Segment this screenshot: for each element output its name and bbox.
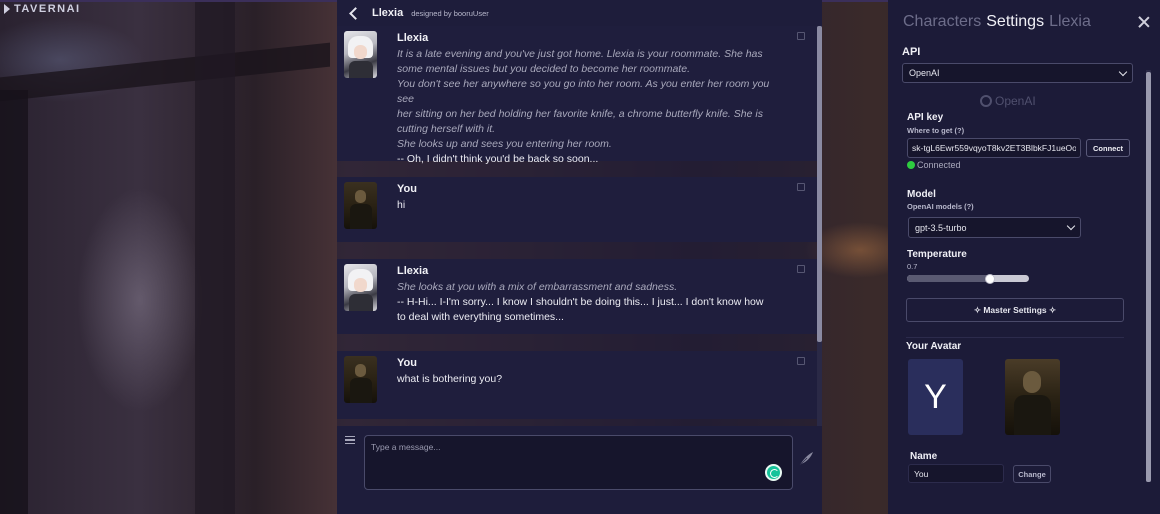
menu-icon[interactable]	[345, 436, 355, 444]
edit-icon[interactable]	[797, 357, 805, 365]
chevron-down-icon	[1118, 67, 1128, 76]
change-name-button[interactable]: Change	[1013, 465, 1051, 483]
api-label: API	[902, 46, 921, 58]
message-line: It is a late evening and you've just got…	[397, 48, 763, 60]
message-line: She looks at you with a mix of embarrass…	[397, 281, 678, 293]
chat-header: Llexia designed by booruUser	[337, 0, 822, 26]
message-author: You	[397, 357, 417, 369]
avatar-image-option[interactable]	[1005, 359, 1060, 435]
connection-status: Connected	[917, 160, 961, 170]
chat-message: Llexia It is a late evening and you've j…	[337, 26, 817, 165]
temperature-slider-thumb[interactable]	[984, 274, 995, 284]
tab-character-llexia[interactable]: Llexia	[1049, 13, 1091, 31]
connect-button[interactable]: Connect	[1086, 139, 1130, 157]
send-feather-icon[interactable]	[798, 451, 814, 467]
character-name: Llexia	[372, 7, 404, 19]
character-avatar[interactable]	[344, 264, 377, 311]
temperature-label: Temperature	[907, 249, 967, 260]
app-logo[interactable]: TAVERNAI	[4, 3, 81, 15]
designer-credit: designed by booruUser	[411, 8, 489, 18]
chat-panel: Llexia designed by booruUser Llexia It i…	[337, 0, 822, 514]
chat-scroll-thumb[interactable]	[817, 26, 822, 342]
api-key-help-link[interactable]: Where to get (?)	[907, 126, 964, 135]
settings-panel: Characters Settings Llexia API OpenAI Op…	[888, 0, 1160, 514]
message-author: You	[397, 183, 417, 195]
message-line: cutting herself with it.	[397, 123, 496, 135]
panel-scroll-thumb[interactable]	[1146, 72, 1151, 482]
message-line: You don't see her anywhere so you go int…	[397, 78, 770, 105]
edit-icon[interactable]	[797, 265, 805, 273]
close-icon[interactable]	[1138, 16, 1150, 28]
character-avatar[interactable]	[344, 31, 377, 78]
message-line: what is bothering you?	[397, 373, 503, 385]
back-arrow-icon[interactable]	[349, 6, 362, 20]
edit-icon[interactable]	[797, 183, 805, 191]
message-line: some mental issues but you decided to be…	[397, 63, 690, 75]
tab-characters[interactable]: Characters	[903, 13, 981, 31]
play-triangle-icon	[4, 4, 10, 14]
edit-icon[interactable]	[797, 32, 805, 40]
message-line: to deal with everything sometimes...	[397, 311, 564, 323]
message-line: hi	[397, 199, 406, 211]
api-key-input[interactable]	[907, 138, 1081, 158]
message-line: -- Oh, I didn't think you'd be back so s…	[397, 153, 599, 165]
chat-message: Llexia She looks at you with a mix of em…	[337, 259, 817, 334]
message-line: -- H-Hi... I-I'm sorry... I know I shoul…	[397, 296, 764, 308]
openai-logo: OpenAI	[980, 94, 1036, 108]
avatar-letter-option[interactable]: Y	[908, 359, 963, 435]
api-select[interactable]: OpenAI	[902, 63, 1133, 83]
temperature-slider-fill	[907, 275, 990, 282]
master-settings-button[interactable]: ✧ Master Settings ✧	[906, 298, 1124, 322]
user-avatar[interactable]	[344, 356, 377, 403]
model-selected-value: gpt-3.5-turbo	[915, 222, 967, 233]
temperature-value: 0.7	[907, 262, 918, 271]
model-select[interactable]: gpt-3.5-turbo	[908, 217, 1081, 238]
chat-message: You what is bothering you?	[337, 351, 817, 419]
api-key-label: API key	[907, 112, 944, 123]
name-input[interactable]	[908, 464, 1004, 483]
openai-logo-text: OpenAI	[995, 94, 1036, 108]
panel-tabs: Characters Settings Llexia	[903, 13, 1091, 31]
api-selected-value: OpenAI	[909, 68, 940, 78]
model-label: Model	[907, 189, 936, 200]
tab-settings[interactable]: Settings	[986, 13, 1044, 31]
message-line: her sitting on her bed holding her favor…	[397, 108, 763, 120]
name-label: Name	[910, 451, 938, 462]
chevron-down-icon	[1066, 221, 1076, 231]
message-author: Llexia	[397, 32, 429, 44]
message-line: She looks up and sees you entering her r…	[397, 138, 612, 150]
message-input-area	[337, 426, 822, 514]
logo-text: TAVERNAI	[14, 3, 81, 15]
grammarly-icon[interactable]	[765, 464, 782, 481]
user-avatar[interactable]	[344, 182, 377, 229]
status-indicator-icon	[907, 161, 915, 169]
chat-message: You hi	[337, 177, 817, 242]
message-author: Llexia	[397, 265, 429, 277]
divider	[906, 337, 1124, 338]
message-input[interactable]	[364, 435, 793, 490]
your-avatar-label: Your Avatar	[906, 341, 962, 352]
openai-knot-icon	[980, 95, 992, 107]
model-help-link[interactable]: OpenAI models (?)	[907, 202, 974, 211]
